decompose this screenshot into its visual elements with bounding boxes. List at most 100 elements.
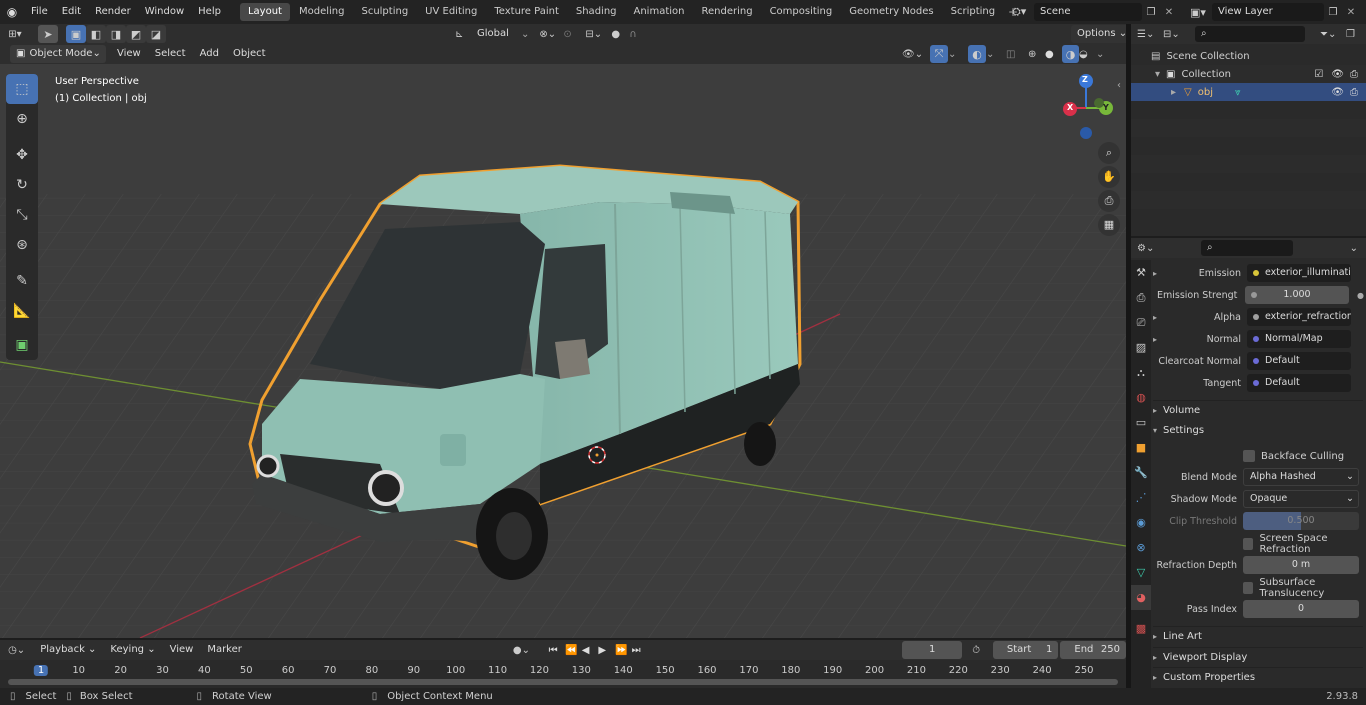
- scene-tab-icon[interactable]: ⛬: [1131, 360, 1151, 385]
- outliner-row-scene-collection[interactable]: ▤ Scene Collection: [1131, 47, 1366, 65]
- auto-keying-icon[interactable]: ●⌄: [513, 645, 541, 656]
- xray-icon[interactable]: ◫: [1006, 49, 1028, 60]
- mode-new-icon[interactable]: ▣: [66, 25, 86, 43]
- transform-tool-icon[interactable]: ⊛: [6, 230, 38, 260]
- properties-editor-icon[interactable]: ⚙⌄: [1137, 243, 1163, 254]
- tab-animation[interactable]: Animation: [626, 3, 693, 21]
- stopwatch-icon[interactable]: ⏱: [972, 645, 989, 656]
- start-frame-field[interactable]: Start 1: [992, 641, 1059, 659]
- menu-render[interactable]: Render: [88, 0, 138, 24]
- clearcoat-normal-field[interactable]: Default: [1247, 352, 1351, 370]
- tab-geometry-nodes[interactable]: Geometry Nodes: [841, 3, 941, 21]
- visibility-icon[interactable]: 👁⌄: [902, 49, 930, 60]
- clip-threshold-slider[interactable]: 0.500: [1243, 512, 1359, 530]
- transform-orientation[interactable]: ⊾ Global ⌄ ⊗⌄ ⊙ ⊟⌄ ● ∩: [455, 25, 649, 43]
- pivot-icon[interactable]: ⊗⌄: [539, 29, 563, 40]
- camera-render-icon[interactable]: ⎙: [1350, 87, 1358, 98]
- emission-field[interactable]: exterior_illumination...: [1247, 264, 1351, 282]
- particles-tab-icon[interactable]: ⋰: [1131, 485, 1151, 510]
- expand-chevron-icon[interactable]: ▸: [1171, 87, 1176, 98]
- chevron-down-icon[interactable]: ⌄: [1096, 49, 1108, 60]
- timeline-editor-icon[interactable]: ◷⌄: [0, 645, 33, 656]
- gizmo-toggle-icon[interactable]: ⤧: [930, 45, 948, 63]
- tangent-field[interactable]: Default: [1247, 374, 1351, 392]
- jump-end-icon[interactable]: ⏭: [632, 645, 649, 656]
- timeline-ruler[interactable]: 1 10 20 30 40 50 60 70 80 90 100 110 120 130 140 150 160…: [0, 662, 1126, 680]
- menu-window[interactable]: Window: [138, 0, 191, 24]
- chevron-down-icon[interactable]: ⌄: [948, 49, 962, 60]
- expand-chevron-icon[interactable]: ▸: [1153, 335, 1167, 344]
- snap-icon[interactable]: ⊙: [563, 29, 585, 40]
- normal-field[interactable]: Normal/Map: [1247, 330, 1351, 348]
- pan-hand-icon[interactable]: ✋: [1098, 166, 1120, 188]
- tab-uv-editing[interactable]: UV Editing: [417, 3, 485, 21]
- perspective-grid-icon[interactable]: ▦: [1098, 214, 1120, 236]
- eye-icon[interactable]: 👁: [1331, 69, 1344, 80]
- new-view-layer-icon[interactable]: ❐: [1324, 7, 1342, 18]
- object-tab-icon[interactable]: ■: [1131, 435, 1151, 460]
- tab-scripting[interactable]: Scripting: [943, 3, 1003, 21]
- rendered-shading-icon[interactable]: ◒: [1079, 49, 1096, 60]
- volume-section[interactable]: ▸ Volume: [1153, 400, 1363, 420]
- timeline-scrollbar[interactable]: [8, 679, 1118, 685]
- material-tab-icon[interactable]: ◕: [1131, 585, 1151, 610]
- subsurface-translucency-checkbox[interactable]: Subsurface Translucency: [1243, 577, 1366, 599]
- refraction-depth-field[interactable]: 0 m: [1243, 556, 1359, 574]
- orientation-dropdown[interactable]: Global: [471, 25, 521, 43]
- current-frame-field[interactable]: 1: [902, 641, 963, 659]
- blend-mode-dropdown[interactable]: Alpha Hashed ⌄: [1243, 468, 1359, 486]
- outliner-search-input[interactable]: ⌕: [1195, 26, 1305, 42]
- jump-keyframe-back-icon[interactable]: ⏪: [565, 645, 582, 656]
- select-box-tool-icon[interactable]: ⬚: [6, 74, 38, 104]
- play-reverse-icon[interactable]: ◀: [582, 645, 599, 656]
- tab-texture-paint[interactable]: Texture Paint: [486, 3, 567, 21]
- collection-tab-icon[interactable]: ▭: [1131, 410, 1151, 435]
- subsurface-translucency-box[interactable]: [1243, 582, 1254, 594]
- delete-view-layer-icon[interactable]: ✕: [1342, 7, 1360, 18]
- 3d-viewport[interactable]: User Perspective (1) Collection | obj Z …: [0, 44, 1126, 638]
- viewport-menu-add[interactable]: Add: [193, 44, 226, 64]
- menu-help[interactable]: Help: [191, 0, 228, 24]
- scene-name-field[interactable]: Scene: [1034, 3, 1142, 21]
- constraints-tab-icon[interactable]: ⊗: [1131, 535, 1151, 560]
- move-tool-icon[interactable]: ✥: [6, 140, 38, 170]
- filter-icon[interactable]: ⏷⌄: [1320, 29, 1346, 40]
- outliner-row-obj[interactable]: ▸ ▽ obj ⩔ 👁 ⎙: [1131, 83, 1366, 101]
- jump-keyframe-forward-icon[interactable]: ⏩: [615, 645, 632, 656]
- falloff-icon[interactable]: ∩: [629, 29, 649, 40]
- timeline-menu-keying[interactable]: Keying ⌄: [103, 640, 162, 660]
- tab-modeling[interactable]: Modeling: [291, 3, 353, 21]
- data-tab-icon[interactable]: ▽: [1131, 560, 1151, 585]
- tab-sculpting[interactable]: Sculpting: [353, 3, 416, 21]
- line-art-section[interactable]: ▸ Line Art: [1153, 626, 1363, 646]
- viewport-canvas[interactable]: [0, 44, 1126, 638]
- jump-start-icon[interactable]: ⏮: [549, 645, 566, 656]
- new-collection-icon[interactable]: ❐: [1346, 29, 1366, 40]
- backface-culling-checkbox[interactable]: Backface Culling: [1243, 449, 1344, 463]
- mode-invert-icon[interactable]: ◩: [126, 25, 146, 43]
- shadow-mode-dropdown[interactable]: Opaque ⌄: [1243, 490, 1359, 508]
- texture-tab-icon[interactable]: ▩: [1131, 616, 1151, 641]
- viewport-menu-view[interactable]: View: [110, 44, 148, 64]
- mode-subtract-icon[interactable]: ◨: [106, 25, 126, 43]
- measure-tool-icon[interactable]: 📐: [6, 296, 38, 326]
- mesh-data-icon[interactable]: ⩔: [1235, 87, 1241, 98]
- physics-tab-icon[interactable]: ◉: [1131, 510, 1151, 535]
- view-layer-selector[interactable]: ▣▾ View Layer ❐ ✕: [1190, 2, 1360, 22]
- play-icon[interactable]: ▶: [598, 645, 615, 656]
- rotate-tool-icon[interactable]: ↻: [6, 170, 38, 200]
- tab-layout[interactable]: Layout: [239, 3, 290, 21]
- annotate-tool-icon[interactable]: ✎: [6, 266, 38, 296]
- delete-scene-icon[interactable]: ✕: [1160, 7, 1178, 18]
- options-button[interactable]: Options ⌄: [1071, 25, 1134, 43]
- mode-extend-icon[interactable]: ◧: [86, 25, 106, 43]
- view-layer-name-field[interactable]: View Layer: [1212, 3, 1324, 21]
- viewport-display-section[interactable]: ▸ Viewport Display: [1153, 647, 1363, 667]
- expand-chevron-icon[interactable]: ▾: [1155, 69, 1160, 80]
- cursor-tool-icon[interactable]: ⊕: [6, 104, 38, 134]
- tab-rendering[interactable]: Rendering: [693, 3, 760, 21]
- tab-shading[interactable]: Shading: [568, 3, 625, 21]
- zoom-icon[interactable]: ⌕: [1098, 142, 1120, 164]
- proportional-edit-icon[interactable]: ●: [611, 29, 629, 40]
- menu-edit[interactable]: Edit: [55, 0, 88, 24]
